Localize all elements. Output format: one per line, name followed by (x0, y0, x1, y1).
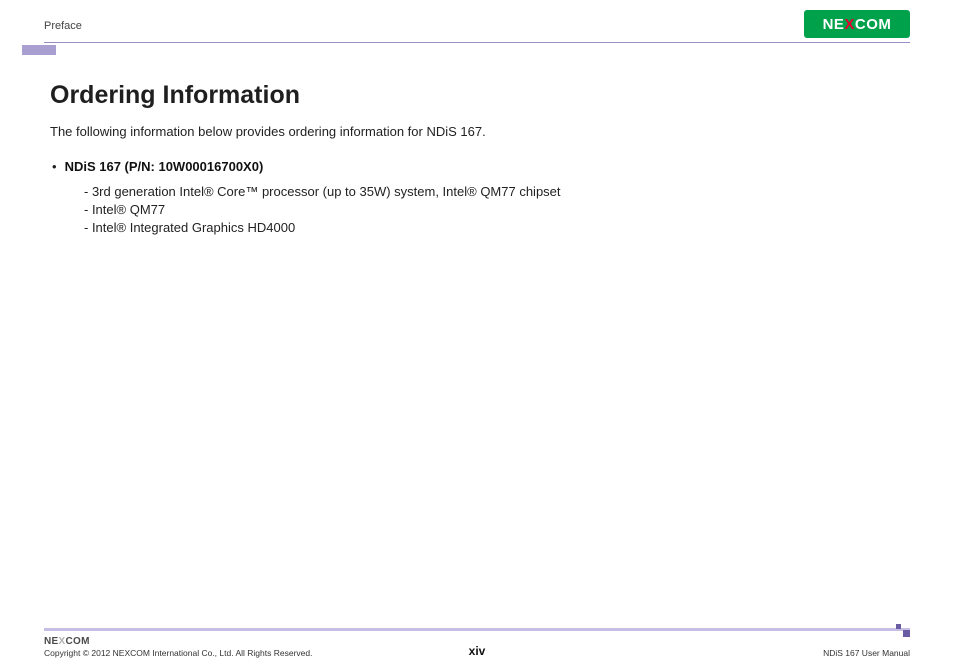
page-title: Ordering Information (50, 81, 904, 110)
detail-line: - Intel® Integrated Graphics HD4000 (84, 219, 904, 237)
footer-logo: NEXCOM (44, 636, 90, 647)
bullet-icon: • (50, 159, 57, 175)
product-heading: NDiS 167 (P/N: 10W00016700X0) (65, 159, 264, 174)
footer-left: NEXCOM Copyright © 2012 NEXCOM Internati… (44, 636, 312, 658)
footer-accent (44, 624, 910, 634)
brand-logo: NEXCOM (804, 10, 910, 38)
brand-logo-text: NEXCOM (823, 16, 892, 33)
detail-line: - 3rd generation Intel® Core™ processor … (84, 183, 904, 201)
copyright-text: Copyright © 2012 NEXCOM International Co… (44, 648, 312, 658)
section-label: Preface (44, 20, 82, 38)
detail-line: - Intel® QM77 (84, 201, 904, 219)
product-bullet: • NDiS 167 (P/N: 10W00016700X0) (50, 159, 904, 175)
page-number: xiv (469, 644, 486, 658)
side-accent-block (22, 45, 56, 55)
product-details: - 3rd generation Intel® Core™ processor … (50, 183, 904, 237)
intro-paragraph: The following information below provides… (50, 124, 904, 139)
footer-right: NDiS 167 User Manual (823, 648, 910, 658)
